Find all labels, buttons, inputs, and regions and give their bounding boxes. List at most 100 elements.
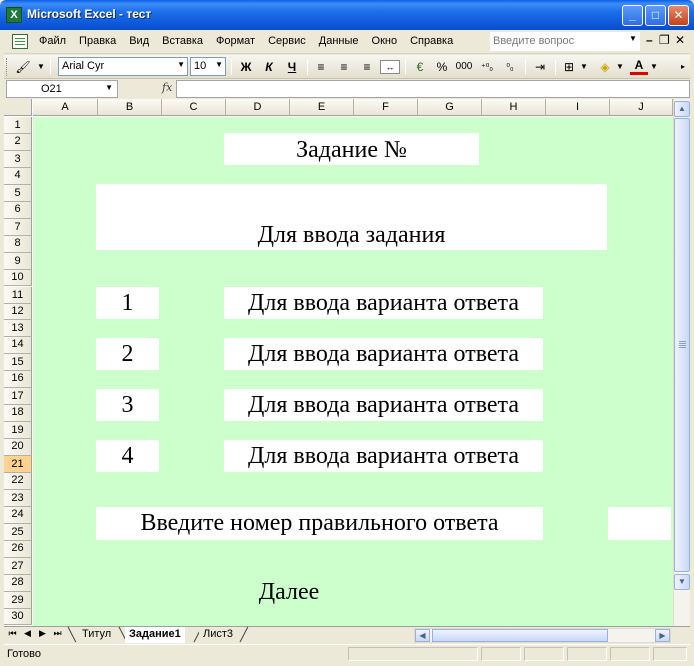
row-header[interactable]: 26 <box>4 540 32 558</box>
column-header[interactable]: I <box>546 99 610 116</box>
font-color-button[interactable]: A <box>630 58 648 75</box>
row-header[interactable]: 22 <box>4 473 32 490</box>
mdi-minimize-button[interactable]: – <box>646 33 653 47</box>
menu-format[interactable]: Формат <box>216 35 255 47</box>
format-painter-icon[interactable]: 🖌 <box>14 58 32 76</box>
task-input[interactable]: Для ввода задания <box>96 184 607 250</box>
menu-view[interactable]: Вид <box>129 35 149 47</box>
sheet-tab-titul[interactable]: Титул <box>78 627 116 643</box>
merge-center-icon[interactable]: ↔ <box>380 60 400 74</box>
toolbar-options-icon[interactable]: ▼ <box>35 58 47 76</box>
name-box[interactable]: O21 ▼ <box>6 80 118 98</box>
chevron-down-icon[interactable]: ▼ <box>215 60 223 69</box>
borders-icon[interactable]: ⊞ <box>560 58 578 76</box>
prev-sheet-icon[interactable]: ◀ <box>21 628 34 639</box>
row-header[interactable]: 11 <box>4 286 32 304</box>
column-header[interactable]: E <box>290 99 354 116</box>
row-header[interactable]: 8 <box>4 235 32 253</box>
menu-insert[interactable]: Вставка <box>162 35 203 47</box>
row-header[interactable]: 4 <box>4 167 32 185</box>
help-question-input[interactable]: Введите вопрос <box>490 32 640 51</box>
answer-number-input[interactable] <box>608 507 671 540</box>
answer-option-input[interactable]: Для ввода варианта ответа <box>224 338 543 370</box>
next-sheet-icon[interactable]: ▶ <box>36 628 49 639</box>
menu-file[interactable]: Файл <box>39 35 66 47</box>
row-header[interactable]: 2 <box>4 134 32 151</box>
align-left-icon[interactable]: ≡ <box>311 58 331 76</box>
vertical-scrollbar[interactable]: ▲ ▼ <box>673 99 690 626</box>
align-center-icon[interactable]: ≡ <box>334 58 354 76</box>
row-header[interactable]: 20 <box>4 439 32 456</box>
minimize-button[interactable]: _ <box>622 5 643 26</box>
row-header[interactable]: 12 <box>4 303 32 321</box>
increase-indent-icon[interactable]: ⇥ <box>530 58 550 76</box>
scroll-right-icon[interactable]: ▶ <box>655 629 670 642</box>
menu-data[interactable]: Данные <box>319 35 359 47</box>
select-all-corner[interactable] <box>4 99 32 116</box>
row-header[interactable]: 7 <box>4 218 32 236</box>
column-header[interactable]: J <box>610 99 673 116</box>
column-header[interactable]: A <box>33 99 98 116</box>
row-header[interactable]: 16 <box>4 371 32 389</box>
menu-edit[interactable]: Правка <box>79 35 116 47</box>
task-title[interactable]: Задание № <box>224 133 479 165</box>
row-header[interactable]: 18 <box>4 405 32 423</box>
next-button[interactable]: Далее <box>244 575 334 609</box>
row-header[interactable]: 15 <box>4 354 32 372</box>
scroll-thumb[interactable] <box>432 629 608 642</box>
row-header[interactable]: 3 <box>4 150 32 168</box>
row-header[interactable]: 24 <box>4 506 32 524</box>
row-header[interactable]: 1 <box>4 117 32 134</box>
sheet-area[interactable]: Задание № Для ввода задания 1 Для ввода … <box>33 117 673 626</box>
row-header[interactable]: 13 <box>4 320 32 338</box>
row-header[interactable]: 14 <box>4 337 32 355</box>
percent-button[interactable]: % <box>432 58 452 76</box>
row-header[interactable]: 19 <box>4 422 32 440</box>
toolbar-grip[interactable] <box>6 58 9 76</box>
horizontal-scrollbar[interactable]: ◀ ▶ <box>414 628 671 643</box>
excel-app-icon[interactable]: X <box>6 7 22 23</box>
row-header[interactable]: 30 <box>4 608 32 626</box>
help-dropdown-icon[interactable]: ▼ <box>629 34 637 43</box>
increase-decimal-icon[interactable]: ⁺⁰₀ <box>477 58 497 76</box>
underline-button[interactable]: Ч <box>282 58 302 76</box>
column-header[interactable]: B <box>98 99 162 116</box>
currency-icon[interactable]: € <box>410 58 430 76</box>
scroll-up-icon[interactable]: ▲ <box>674 101 690 117</box>
scroll-left-icon[interactable]: ◀ <box>415 629 430 642</box>
scroll-down-icon[interactable]: ▼ <box>674 574 690 590</box>
row-header[interactable]: 28 <box>4 574 32 592</box>
column-header[interactable]: G <box>418 99 482 116</box>
font-name-select[interactable]: Arial Cyr ▼ <box>58 57 188 76</box>
row-header[interactable]: 23 <box>4 489 32 507</box>
column-header[interactable]: F <box>354 99 418 116</box>
menu-help[interactable]: Справка <box>410 35 453 47</box>
row-header[interactable]: 21 <box>4 456 32 473</box>
font-size-select[interactable]: 10 ▼ <box>190 57 226 76</box>
answer-option-input[interactable]: Для ввода варианта ответа <box>224 440 543 472</box>
fill-color-icon[interactable]: ◈ <box>596 58 614 76</box>
chevron-down-icon[interactable]: ▼ <box>105 83 113 92</box>
row-header[interactable]: 10 <box>4 269 32 287</box>
chevron-down-icon[interactable]: ▼ <box>615 58 625 76</box>
chevron-down-icon[interactable]: ▼ <box>649 58 659 76</box>
italic-button[interactable]: К <box>259 58 279 76</box>
first-sheet-icon[interactable]: ⏮ <box>6 628 19 639</box>
menu-tools[interactable]: Сервис <box>268 35 306 47</box>
scroll-thumb[interactable] <box>674 118 690 572</box>
row-header[interactable]: 5 <box>4 184 32 202</box>
chevron-down-icon[interactable]: ▼ <box>579 58 589 76</box>
column-header[interactable]: D <box>226 99 290 116</box>
thousands-separator-button[interactable]: 000 <box>454 58 474 76</box>
menu-window[interactable]: Окно <box>372 35 398 47</box>
toolbar-overflow-icon[interactable]: ▸ <box>678 58 688 76</box>
column-header[interactable]: H <box>482 99 546 116</box>
bold-button[interactable]: Ж <box>236 58 256 76</box>
close-button[interactable]: ✕ <box>668 5 689 26</box>
row-header[interactable]: 25 <box>4 523 32 541</box>
formula-input[interactable] <box>176 80 690 98</box>
chevron-down-icon[interactable]: ▼ <box>177 60 185 69</box>
sheet-tab-list3[interactable]: Лист3 <box>199 627 238 643</box>
workbook-icon[interactable] <box>12 34 28 49</box>
align-right-icon[interactable]: ≡ <box>357 58 377 76</box>
